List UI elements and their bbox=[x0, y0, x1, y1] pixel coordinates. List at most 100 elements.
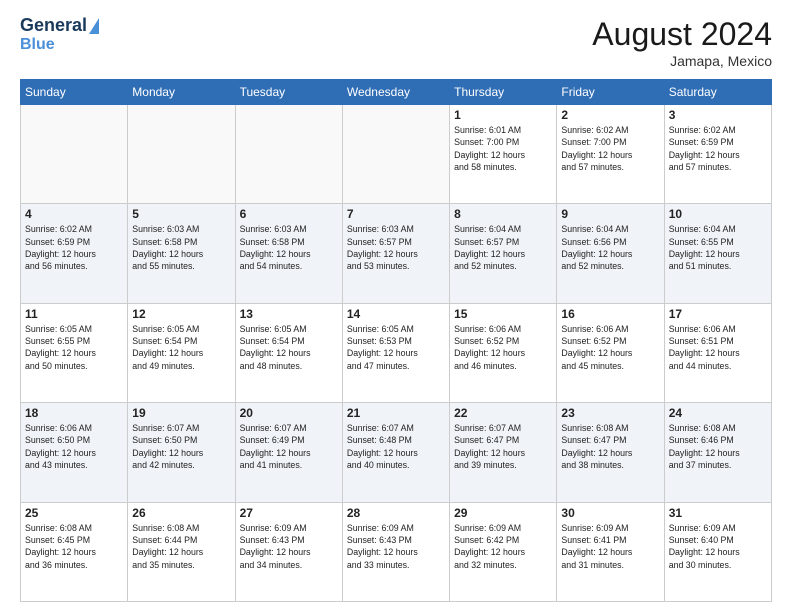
calendar-cell: 30 Sunrise: 6:09 AM Sunset: 6:41 PM Dayli… bbox=[557, 502, 664, 601]
day-info: Sunrise: 6:02 AM Sunset: 7:00 PM Dayligh… bbox=[561, 124, 659, 173]
calendar-cell: 8 Sunrise: 6:04 AM Sunset: 6:57 PM Daylig… bbox=[450, 204, 557, 303]
day-number: 10 bbox=[669, 207, 767, 221]
calendar-week-row: 1 Sunrise: 6:01 AM Sunset: 7:00 PM Daylig… bbox=[21, 105, 772, 204]
day-number: 27 bbox=[240, 506, 338, 520]
day-number: 23 bbox=[561, 406, 659, 420]
calendar-cell: 20 Sunrise: 6:07 AM Sunset: 6:49 PM Dayli… bbox=[235, 403, 342, 502]
day-number: 30 bbox=[561, 506, 659, 520]
day-info: Sunrise: 6:02 AM Sunset: 6:59 PM Dayligh… bbox=[669, 124, 767, 173]
logo-blue: Blue bbox=[20, 36, 55, 54]
day-info: Sunrise: 6:05 AM Sunset: 6:53 PM Dayligh… bbox=[347, 323, 445, 372]
calendar-cell: 12 Sunrise: 6:05 AM Sunset: 6:54 PM Dayli… bbox=[128, 303, 235, 402]
day-info: Sunrise: 6:08 AM Sunset: 6:45 PM Dayligh… bbox=[25, 522, 123, 571]
calendar-cell: 18 Sunrise: 6:06 AM Sunset: 6:50 PM Dayli… bbox=[21, 403, 128, 502]
day-number: 31 bbox=[669, 506, 767, 520]
day-info: Sunrise: 6:04 AM Sunset: 6:55 PM Dayligh… bbox=[669, 223, 767, 272]
day-number: 22 bbox=[454, 406, 552, 420]
day-info: Sunrise: 6:09 AM Sunset: 6:41 PM Dayligh… bbox=[561, 522, 659, 571]
calendar-cell: 2Sunrise: 6:02 AM Sunset: 7:00 PM Daylig… bbox=[557, 105, 664, 204]
day-number: 9 bbox=[561, 207, 659, 221]
col-header-tuesday: Tuesday bbox=[235, 80, 342, 105]
day-number: 19 bbox=[132, 406, 230, 420]
day-info: Sunrise: 6:07 AM Sunset: 6:48 PM Dayligh… bbox=[347, 422, 445, 471]
logo: General Blue bbox=[20, 16, 99, 53]
day-number: 14 bbox=[347, 307, 445, 321]
day-info: Sunrise: 6:06 AM Sunset: 6:52 PM Dayligh… bbox=[454, 323, 552, 372]
day-number: 12 bbox=[132, 307, 230, 321]
day-number: 29 bbox=[454, 506, 552, 520]
col-header-friday: Friday bbox=[557, 80, 664, 105]
logo-general: General bbox=[20, 16, 87, 36]
day-info: Sunrise: 6:09 AM Sunset: 6:40 PM Dayligh… bbox=[669, 522, 767, 571]
day-number: 26 bbox=[132, 506, 230, 520]
day-info: Sunrise: 6:08 AM Sunset: 6:46 PM Dayligh… bbox=[669, 422, 767, 471]
calendar-cell: 15Sunrise: 6:06 AM Sunset: 6:52 PM Dayli… bbox=[450, 303, 557, 402]
calendar-cell: 9 Sunrise: 6:04 AM Sunset: 6:56 PM Daylig… bbox=[557, 204, 664, 303]
calendar-week-row: 25 Sunrise: 6:08 AM Sunset: 6:45 PM Dayli… bbox=[21, 502, 772, 601]
calendar-cell: 16 Sunrise: 6:06 AM Sunset: 6:52 PM Dayli… bbox=[557, 303, 664, 402]
col-header-sunday: Sunday bbox=[21, 80, 128, 105]
day-number: 7 bbox=[347, 207, 445, 221]
calendar-cell: 14 Sunrise: 6:05 AM Sunset: 6:53 PM Dayli… bbox=[342, 303, 449, 402]
calendar-cell: 7 Sunrise: 6:03 AM Sunset: 6:57 PM Daylig… bbox=[342, 204, 449, 303]
calendar-table: SundayMondayTuesdayWednesdayThursdayFrid… bbox=[20, 79, 772, 602]
col-header-wednesday: Wednesday bbox=[342, 80, 449, 105]
day-info: Sunrise: 6:01 AM Sunset: 7:00 PM Dayligh… bbox=[454, 124, 552, 173]
calendar-cell: 27 Sunrise: 6:09 AM Sunset: 6:43 PM Dayli… bbox=[235, 502, 342, 601]
calendar-cell bbox=[235, 105, 342, 204]
day-info: Sunrise: 6:09 AM Sunset: 6:42 PM Dayligh… bbox=[454, 522, 552, 571]
day-number: 20 bbox=[240, 406, 338, 420]
day-number: 5 bbox=[132, 207, 230, 221]
day-info: Sunrise: 6:04 AM Sunset: 6:57 PM Dayligh… bbox=[454, 223, 552, 272]
day-info: Sunrise: 6:08 AM Sunset: 6:47 PM Dayligh… bbox=[561, 422, 659, 471]
col-header-thursday: Thursday bbox=[450, 80, 557, 105]
day-info: Sunrise: 6:03 AM Sunset: 6:57 PM Dayligh… bbox=[347, 223, 445, 272]
day-info: Sunrise: 6:03 AM Sunset: 6:58 PM Dayligh… bbox=[132, 223, 230, 272]
day-number: 16 bbox=[561, 307, 659, 321]
page: General Blue August 2024 Jamapa, Mexico … bbox=[0, 0, 792, 612]
logo-triangle-icon bbox=[89, 18, 99, 34]
calendar-header-row: SundayMondayTuesdayWednesdayThursdayFrid… bbox=[21, 80, 772, 105]
day-number: 24 bbox=[669, 406, 767, 420]
calendar-cell: 21 Sunrise: 6:07 AM Sunset: 6:48 PM Dayli… bbox=[342, 403, 449, 502]
calendar-cell: 5 Sunrise: 6:03 AM Sunset: 6:58 PM Daylig… bbox=[128, 204, 235, 303]
calendar-cell: 17 Sunrise: 6:06 AM Sunset: 6:51 PM Dayli… bbox=[664, 303, 771, 402]
day-number: 3 bbox=[669, 108, 767, 122]
calendar-week-row: 4 Sunrise: 6:02 AM Sunset: 6:59 PM Daylig… bbox=[21, 204, 772, 303]
calendar-cell: 11 Sunrise: 6:05 AM Sunset: 6:55 PM Dayli… bbox=[21, 303, 128, 402]
day-info: Sunrise: 6:04 AM Sunset: 6:56 PM Dayligh… bbox=[561, 223, 659, 272]
calendar-cell: 6Sunrise: 6:03 AM Sunset: 6:58 PM Daylig… bbox=[235, 204, 342, 303]
day-info: Sunrise: 6:06 AM Sunset: 6:52 PM Dayligh… bbox=[561, 323, 659, 372]
day-number: 25 bbox=[25, 506, 123, 520]
day-info: Sunrise: 6:07 AM Sunset: 6:49 PM Dayligh… bbox=[240, 422, 338, 471]
calendar-cell: 1 Sunrise: 6:01 AM Sunset: 7:00 PM Daylig… bbox=[450, 105, 557, 204]
day-info: Sunrise: 6:05 AM Sunset: 6:55 PM Dayligh… bbox=[25, 323, 123, 372]
calendar-cell: 23 Sunrise: 6:08 AM Sunset: 6:47 PM Dayli… bbox=[557, 403, 664, 502]
day-info: Sunrise: 6:05 AM Sunset: 6:54 PM Dayligh… bbox=[132, 323, 230, 372]
day-info: Sunrise: 6:09 AM Sunset: 6:43 PM Dayligh… bbox=[240, 522, 338, 571]
calendar-cell: 31 Sunrise: 6:09 AM Sunset: 6:40 PM Dayli… bbox=[664, 502, 771, 601]
col-header-monday: Monday bbox=[128, 80, 235, 105]
day-number: 11 bbox=[25, 307, 123, 321]
day-number: 1 bbox=[454, 108, 552, 122]
day-number: 18 bbox=[25, 406, 123, 420]
location: Jamapa, Mexico bbox=[592, 53, 772, 69]
calendar-cell: 25 Sunrise: 6:08 AM Sunset: 6:45 PM Dayli… bbox=[21, 502, 128, 601]
day-number: 8 bbox=[454, 207, 552, 221]
col-header-saturday: Saturday bbox=[664, 80, 771, 105]
day-info: Sunrise: 6:06 AM Sunset: 6:50 PM Dayligh… bbox=[25, 422, 123, 471]
header: General Blue August 2024 Jamapa, Mexico bbox=[20, 16, 772, 69]
day-info: Sunrise: 6:07 AM Sunset: 6:50 PM Dayligh… bbox=[132, 422, 230, 471]
calendar-cell: 28Sunrise: 6:09 AM Sunset: 6:43 PM Dayli… bbox=[342, 502, 449, 601]
day-info: Sunrise: 6:06 AM Sunset: 6:51 PM Dayligh… bbox=[669, 323, 767, 372]
day-info: Sunrise: 6:08 AM Sunset: 6:44 PM Dayligh… bbox=[132, 522, 230, 571]
calendar-cell bbox=[21, 105, 128, 204]
day-number: 17 bbox=[669, 307, 767, 321]
title-section: August 2024 Jamapa, Mexico bbox=[592, 16, 772, 69]
day-number: 21 bbox=[347, 406, 445, 420]
day-info: Sunrise: 6:09 AM Sunset: 6:43 PM Dayligh… bbox=[347, 522, 445, 571]
day-info: Sunrise: 6:02 AM Sunset: 6:59 PM Dayligh… bbox=[25, 223, 123, 272]
calendar-cell: 3 Sunrise: 6:02 AM Sunset: 6:59 PM Daylig… bbox=[664, 105, 771, 204]
day-number: 4 bbox=[25, 207, 123, 221]
calendar-cell: 29 Sunrise: 6:09 AM Sunset: 6:42 PM Dayli… bbox=[450, 502, 557, 601]
